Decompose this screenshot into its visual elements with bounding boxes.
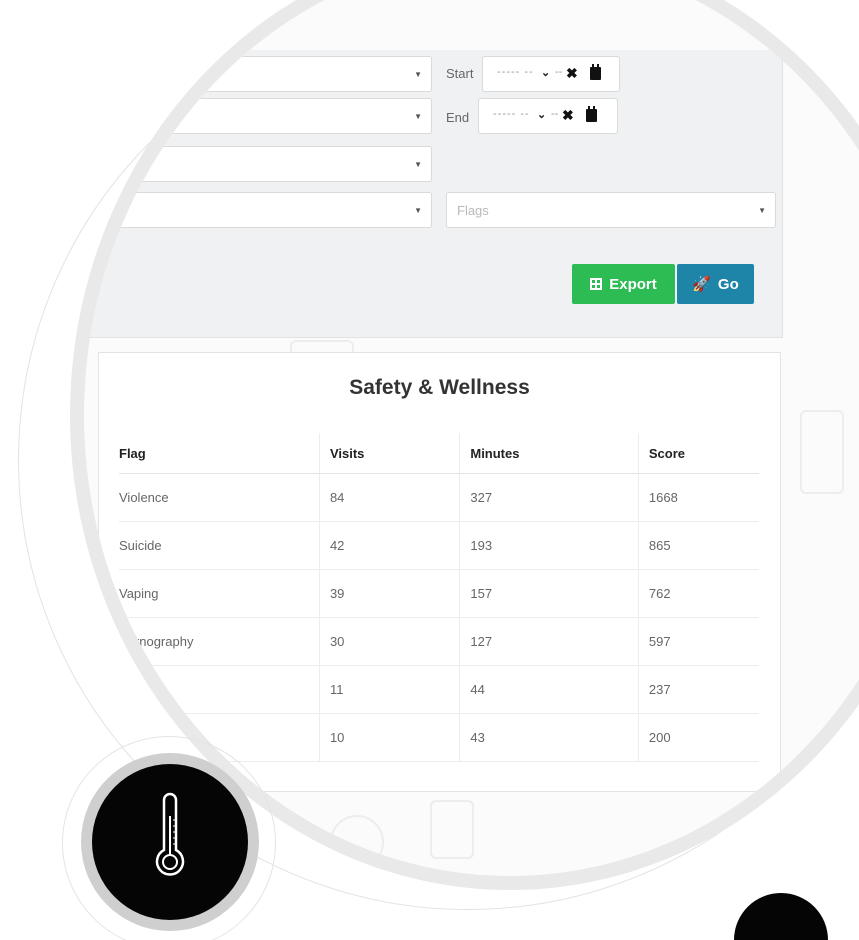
export-label: Export [609, 275, 657, 293]
cell-minutes: 44 [459, 665, 639, 714]
end-date-label: End [446, 110, 470, 125]
cell-score: 1668 [638, 473, 759, 522]
cell-minutes: 193 [459, 521, 639, 570]
caret-down-icon: ▼ [414, 160, 422, 169]
caret-down-icon: ▼ [414, 70, 422, 79]
filter-select-4[interactable]: ▼ [84, 192, 432, 228]
date-separator: -- [555, 66, 563, 78]
export-button[interactable]: Export [572, 264, 675, 304]
decorative-dark-circle [734, 893, 828, 940]
caret-down-icon: ▼ [758, 206, 766, 215]
cell-minutes: 327 [459, 473, 639, 522]
thermometer-icon [155, 792, 185, 876]
cell-visits: 30 [319, 617, 461, 666]
table-header-row: Flag Visits Minutes Score [119, 433, 759, 474]
cell-flag: Pornography [119, 617, 320, 666]
report-card: Safety & Wellness Flag Visits Minutes Sc… [98, 352, 781, 792]
filter-panel: ▼ ▼ ▼ ▼ Start ----- -- ⌄ -- ✖ End ----- … [84, 50, 783, 338]
start-date-placeholder: ----- -- [497, 66, 534, 78]
doodle [330, 815, 384, 869]
start-date-label: Start [446, 66, 474, 81]
cell-minutes: 157 [459, 569, 639, 618]
cell-visits: 11 [319, 665, 461, 714]
caret-down-icon: ▼ [414, 206, 422, 215]
cell-score: 597 [638, 617, 759, 666]
cell-flag: Vaping [119, 569, 320, 618]
clear-icon[interactable]: ✖ [562, 107, 574, 124]
table-row: ...vare 11 44 237 [119, 665, 759, 714]
chevron-down-icon[interactable]: ⌄ [537, 108, 546, 121]
flags-table: Flag Visits Minutes Score Violence 84 32… [119, 433, 759, 762]
cell-visits: 39 [319, 569, 461, 618]
grid-icon [590, 278, 603, 290]
calendar-icon[interactable] [590, 64, 601, 80]
column-header-visits[interactable]: Visits [319, 433, 461, 474]
column-header-flag[interactable]: Flag [119, 433, 320, 474]
cell-flag: Violence [119, 473, 320, 522]
filter-select-3[interactable]: ▼ [84, 146, 432, 182]
cell-score: 762 [638, 569, 759, 618]
start-date-input[interactable]: ----- -- ⌄ -- ✖ [482, 56, 620, 92]
flags-placeholder: Flags [457, 203, 489, 218]
stage: ▼ ▼ ▼ ▼ Start ----- -- ⌄ -- ✖ End ----- … [0, 0, 859, 940]
cell-minutes: 43 [459, 713, 639, 762]
cell-flag: ...vare [119, 665, 320, 714]
filter-select-2[interactable]: ▼ [84, 98, 432, 134]
date-separator: -- [551, 108, 559, 120]
cell-score: 237 [638, 665, 759, 714]
doodle [430, 800, 474, 859]
cell-visits: 84 [319, 473, 461, 522]
doodle [800, 410, 844, 494]
go-button[interactable]: 🚀 Go [677, 264, 754, 304]
report-title: Safety & Wellness [349, 376, 530, 399]
cell-score: 200 [638, 713, 759, 762]
table-row: Vaping 39 157 762 [119, 569, 759, 618]
clear-icon[interactable]: ✖ [566, 65, 578, 82]
cell-visits: 10 [319, 713, 461, 762]
table-row: Pornography 30 127 597 [119, 617, 759, 666]
chevron-down-icon[interactable]: ⌄ [541, 66, 550, 79]
cell-flag: Suicide [119, 521, 320, 570]
calendar-icon[interactable] [586, 106, 597, 122]
filter-select-1[interactable]: ▼ [84, 56, 432, 92]
table-row: Violence 84 327 1668 [119, 473, 759, 522]
cell-score: 865 [638, 521, 759, 570]
caret-down-icon: ▼ [414, 112, 422, 121]
column-header-minutes[interactable]: Minutes [459, 433, 639, 474]
rocket-icon: 🚀 [692, 276, 711, 293]
end-date-placeholder: ----- -- [493, 108, 530, 120]
column-header-score[interactable]: Score [638, 433, 759, 474]
end-date-input[interactable]: ----- -- ⌄ -- ✖ [478, 98, 618, 134]
table-row: Suicide 42 193 865 [119, 521, 759, 570]
flags-select[interactable]: Flags ▼ [446, 192, 776, 228]
cell-visits: 42 [319, 521, 461, 570]
go-label: Go [717, 275, 739, 293]
cell-minutes: 127 [459, 617, 639, 666]
